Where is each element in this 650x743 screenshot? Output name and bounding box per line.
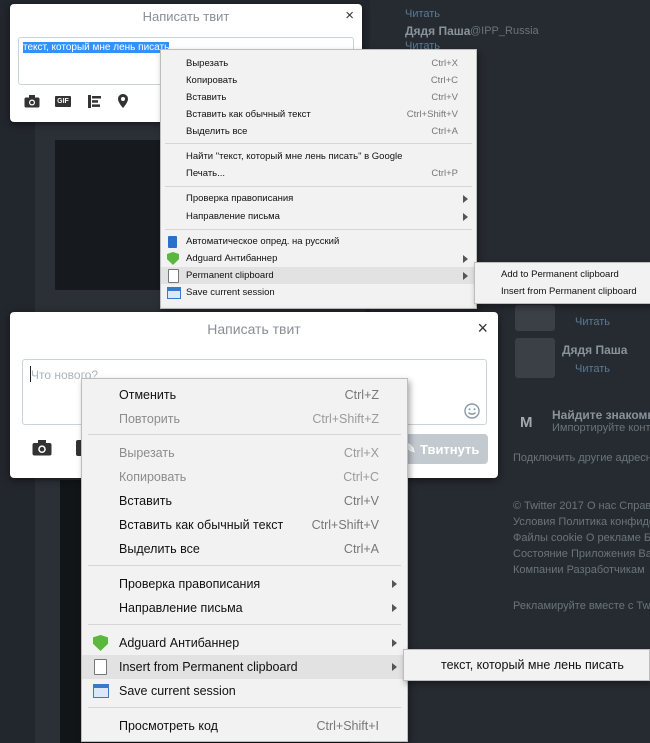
dialog-title: Написать твит bbox=[142, 9, 230, 24]
submenu-item-clipboard-entry[interactable]: текст, который мне лень писать bbox=[404, 653, 649, 677]
menu-item-spellcheck[interactable]: Проверка правописания bbox=[161, 190, 476, 207]
menu-item-paste-plain[interactable]: Вставить как обычный текст Ctrl+Shift+V bbox=[82, 513, 407, 537]
menu-item-paste[interactable]: Вставить Ctrl+V bbox=[82, 489, 407, 513]
suggested-user-name[interactable]: Дядя Паша bbox=[562, 343, 627, 357]
menu-item-save-session[interactable]: Save current session bbox=[82, 679, 407, 703]
text-cursor bbox=[30, 366, 31, 382]
menu-separator bbox=[88, 624, 401, 625]
menu-item-permanent-clipboard[interactable]: Permanent clipboard bbox=[161, 267, 476, 284]
location-icon[interactable] bbox=[118, 94, 128, 108]
avatar bbox=[515, 305, 555, 331]
menu-item-copy[interactable]: Копировать Ctrl+C bbox=[82, 465, 407, 489]
chevron-right-icon bbox=[392, 580, 397, 588]
menu-item-insert-clipboard[interactable]: Insert from Permanent clipboard bbox=[82, 655, 407, 679]
follow-button[interactable]: Читать bbox=[575, 363, 610, 375]
menu-item-paste-plain[interactable]: Вставить как обычный текст Ctrl+Shift+V bbox=[161, 106, 476, 123]
menu-separator bbox=[88, 707, 401, 708]
find-contacts-subtitle: Импортируйте контакты bbox=[552, 422, 650, 434]
clipboard-icon bbox=[94, 659, 107, 675]
advertise-link[interactable]: Рекламируйте вместе с Twitter bbox=[513, 600, 650, 612]
submenu-permanent-clipboard: Add to Permanent clipboard Insert from P… bbox=[474, 262, 650, 304]
menu-item-redo[interactable]: Повторить Ctrl+Shift+Z bbox=[82, 407, 407, 431]
menu-item-cut[interactable]: Вырезать Ctrl+X bbox=[82, 441, 407, 465]
menu-item-save-session[interactable]: Save current session bbox=[161, 284, 476, 301]
connect-address-books[interactable]: Подключить другие адресные bbox=[513, 452, 650, 464]
mail-icon: M bbox=[520, 414, 533, 431]
footer-line: Условия Политика конфиденц bbox=[513, 516, 650, 528]
menu-item-search-google[interactable]: Найти "текст, который мне лень писать" в… bbox=[161, 148, 476, 165]
menu-item-copy[interactable]: Копировать Ctrl+C bbox=[161, 72, 476, 89]
suggested-user-handle: @IPP_Russia bbox=[470, 25, 539, 37]
menu-item-cut[interactable]: Вырезать Ctrl+X bbox=[161, 55, 476, 72]
menu-separator bbox=[88, 565, 401, 566]
menu-separator bbox=[88, 434, 401, 435]
poll-icon[interactable] bbox=[88, 95, 102, 108]
chevron-right-icon bbox=[392, 663, 397, 671]
chevron-right-icon bbox=[463, 195, 468, 203]
window-icon bbox=[167, 287, 181, 299]
clipboard-icon bbox=[168, 269, 179, 283]
follow-button[interactable]: Читать bbox=[575, 316, 610, 328]
submenu-item-add-clipboard[interactable]: Add to Permanent clipboard bbox=[475, 266, 650, 282]
menu-item-select-all[interactable]: Выделить все Ctrl+A bbox=[161, 123, 476, 140]
footer-line: Файлы cookie О рекламе Бл bbox=[513, 532, 650, 544]
menu-item-select-all[interactable]: Выделить все Ctrl+A bbox=[82, 537, 407, 561]
submenu-item-insert-clipboard[interactable]: Insert from Permanent clipboard bbox=[475, 283, 650, 299]
chevron-right-icon bbox=[392, 604, 397, 612]
menu-item-paste[interactable]: Вставить Ctrl+V bbox=[161, 89, 476, 106]
menu-separator bbox=[165, 143, 472, 144]
menu-item-undo[interactable]: Отменить Ctrl+Z bbox=[82, 383, 407, 407]
footer-line: © Twitter 2017 О нас Справка bbox=[513, 500, 650, 512]
camera-icon[interactable] bbox=[32, 440, 52, 456]
chevron-right-icon bbox=[463, 213, 468, 221]
selected-text: текст, который мне лень писать bbox=[23, 42, 170, 53]
menu-separator bbox=[165, 229, 472, 230]
menu-separator bbox=[165, 186, 472, 187]
adguard-shield-icon bbox=[167, 252, 179, 265]
chevron-right-icon bbox=[463, 255, 468, 263]
menu-item-spellcheck[interactable]: Проверка правописания bbox=[82, 572, 407, 596]
menu-item-adguard[interactable]: Adguard Антибаннер bbox=[161, 250, 476, 267]
tweet-button[interactable]: ✎ Твитнуть bbox=[398, 434, 488, 464]
footer-line: Состояние Приложения Вак bbox=[513, 548, 650, 560]
follow-button[interactable]: Читать bbox=[405, 8, 440, 20]
close-icon[interactable]: × bbox=[477, 318, 488, 339]
suggested-user-name[interactable]: Дядя Паша bbox=[405, 24, 470, 38]
context-menu-small: Вырезать Ctrl+X Копировать Ctrl+C Вставить… bbox=[160, 49, 477, 309]
menu-item-auto-translate[interactable]: Автоматическое опред. на русский bbox=[161, 233, 476, 250]
language-icon bbox=[168, 236, 177, 248]
menu-item-writing-direction[interactable]: Направление письма bbox=[161, 208, 476, 225]
menu-item-adguard[interactable]: Adguard Антибаннер bbox=[82, 631, 407, 655]
chevron-right-icon bbox=[392, 639, 397, 647]
menu-item-writing-direction[interactable]: Направление письма bbox=[82, 596, 407, 620]
context-menu: Отменить Ctrl+Z Повторить Ctrl+Shift+Z Выр… bbox=[81, 378, 408, 742]
adguard-shield-icon bbox=[93, 635, 108, 651]
dialog-title: Написать твит bbox=[207, 321, 301, 337]
avatar bbox=[515, 338, 555, 378]
menu-item-inspect[interactable]: Просмотреть код Ctrl+Shift+I bbox=[82, 714, 407, 738]
emoji-icon[interactable] bbox=[464, 403, 480, 419]
footer-line: Компании Разработчикам bbox=[513, 564, 645, 576]
window-icon bbox=[93, 684, 109, 698]
close-icon[interactable]: × bbox=[345, 7, 354, 24]
menu-item-print[interactable]: Печать... Ctrl+P bbox=[161, 165, 476, 182]
gif-icon[interactable]: GIF bbox=[55, 96, 71, 107]
camera-icon[interactable] bbox=[24, 95, 40, 108]
find-contacts-title[interactable]: Найдите знакомых bbox=[552, 408, 650, 422]
submenu-clipboard-entries: текст, который мне лень писать bbox=[403, 649, 650, 681]
chevron-right-icon bbox=[463, 272, 468, 280]
